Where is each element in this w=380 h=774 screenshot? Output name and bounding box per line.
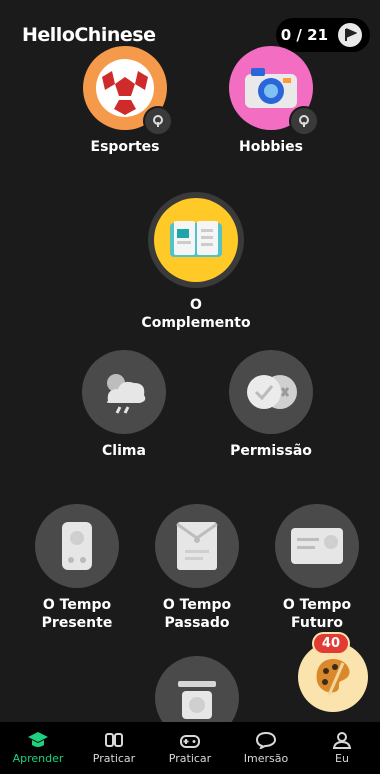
lesson-label: Clima: [102, 443, 146, 459]
book-icon: [154, 198, 238, 282]
nav-label: Aprender: [12, 752, 64, 765]
permission-icon: [229, 350, 313, 434]
lock-icon: [289, 106, 319, 136]
lesson-esportes[interactable]: Esportes: [55, 46, 195, 156]
postcard-icon: [275, 504, 359, 588]
nav-praticar-2[interactable]: Praticar: [152, 722, 228, 774]
palette-button[interactable]: 40: [298, 632, 368, 712]
lesson-permissao[interactable]: Permissão: [201, 350, 341, 460]
lesson-label: Esportes: [90, 139, 160, 155]
chat-bubble-icon: [255, 731, 277, 749]
lesson-label: O Complemento: [141, 297, 251, 331]
lesson-tempo-presente[interactable]: O Tempo Presente: [7, 504, 147, 632]
lesson-label: Permissão: [230, 443, 312, 459]
nav-label: Praticar: [168, 752, 212, 765]
bottom-nav: Aprender Praticar Praticar Imersão Eu: [0, 722, 380, 774]
nav-eu[interactable]: Eu: [304, 722, 380, 774]
graduation-cap-icon: [28, 732, 48, 747]
lesson-label: O Tempo Passado: [162, 597, 232, 631]
palette-icon: [316, 659, 350, 696]
nav-aprender[interactable]: Aprender: [0, 722, 76, 774]
app-logo: HelloChinese: [22, 24, 156, 46]
nav-praticar-1[interactable]: Praticar: [76, 722, 152, 774]
nav-label: Eu: [335, 752, 349, 765]
envelope-icon: [155, 504, 239, 588]
complemento-ring: [148, 192, 244, 288]
flag-icon: [338, 23, 362, 47]
notification-badge: 40: [311, 632, 350, 655]
progress-count: 0 / 21: [280, 26, 328, 44]
lesson-label: O Tempo Futuro: [282, 597, 352, 631]
lesson-label: O Tempo Presente: [41, 597, 113, 631]
weather-icon: [82, 350, 166, 434]
soccer-ball-icon: [83, 46, 173, 136]
lesson-tempo-futuro[interactable]: O Tempo Futuro: [247, 504, 380, 632]
lesson-label: Hobbies: [238, 139, 303, 155]
camera-icon: [229, 46, 319, 136]
lesson-tempo-passado[interactable]: O Tempo Passado: [127, 504, 267, 632]
user-icon: [332, 732, 352, 749]
lesson-clima[interactable]: Clima: [54, 350, 194, 460]
lesson-hobbies[interactable]: Hobbies: [201, 46, 341, 156]
nav-label: Praticar: [92, 752, 136, 765]
phone-icon: [35, 504, 119, 588]
nav-label: Imersão: [243, 752, 289, 765]
cards-icon: [105, 733, 123, 747]
nav-imersao[interactable]: Imersão: [228, 722, 304, 774]
lesson-complemento[interactable]: O Complemento: [126, 192, 266, 332]
gamepad-icon: [180, 735, 200, 748]
lock-icon: [143, 106, 173, 136]
